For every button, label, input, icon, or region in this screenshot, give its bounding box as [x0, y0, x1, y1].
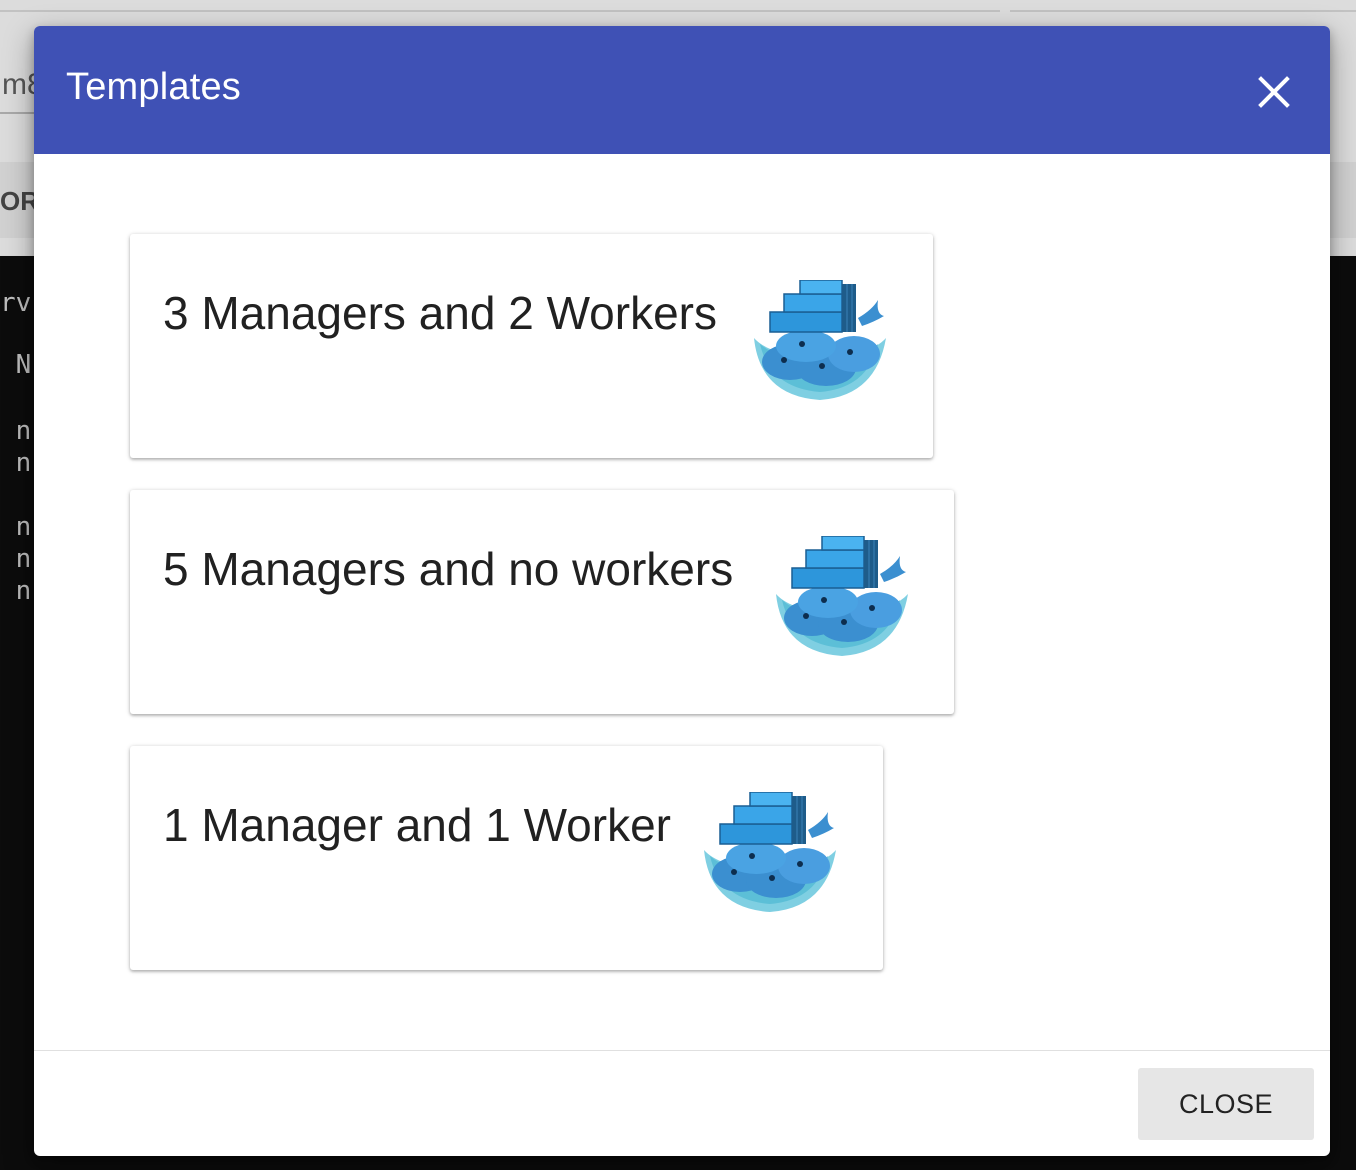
terminal-line: n [0, 416, 32, 446]
terminal-line: n [0, 576, 32, 606]
docker-whale-icon [772, 535, 912, 663]
template-card-3-managers-2-workers[interactable]: 3 Managers and 2 Workers [130, 234, 933, 458]
docker-whale-icon [700, 791, 840, 919]
template-label: 3 Managers and 2 Workers [163, 287, 717, 339]
dialog-title: Templates [66, 66, 241, 108]
dialog-actions-divider [34, 1050, 1330, 1051]
page: m8 OR rv N n n n n n Templates 3 Manager… [0, 0, 1356, 1170]
docker-whale-icon [750, 279, 890, 407]
terminal-line: N [0, 350, 32, 380]
template-card-1-manager-1-worker[interactable]: 1 Manager and 1 Worker [130, 746, 883, 970]
close-icon[interactable] [1250, 68, 1298, 116]
dialog-header: Templates [34, 26, 1330, 154]
terminal-line: n [0, 544, 32, 574]
terminal-line: rv [0, 288, 32, 318]
template-label: 5 Managers and no workers [163, 543, 734, 595]
terminal-line: n [0, 448, 32, 478]
templates-dialog: Templates 3 Managers and 2 Workers 5 Man… [34, 26, 1330, 1156]
background-divider [0, 0, 1000, 12]
close-button[interactable]: CLOSE [1138, 1068, 1314, 1140]
template-label: 1 Manager and 1 Worker [163, 799, 671, 851]
background-divider [1010, 0, 1356, 12]
template-card-5-managers-no-workers[interactable]: 5 Managers and no workers [130, 490, 954, 714]
terminal-line: n [0, 512, 32, 542]
